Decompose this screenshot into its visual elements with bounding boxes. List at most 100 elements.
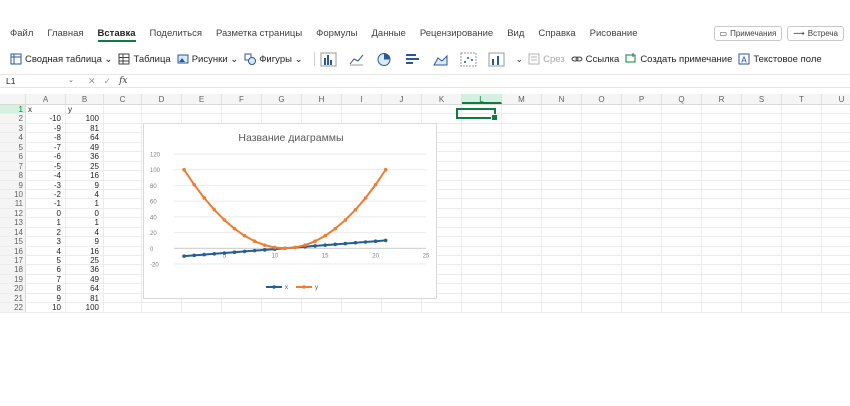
column-header-H[interactable]: H <box>302 94 342 104</box>
cell-A3[interactable]: -9 <box>26 123 66 133</box>
cell-S4[interactable] <box>742 133 782 142</box>
cell-P14[interactable] <box>622 227 662 237</box>
cell-C1[interactable] <box>104 105 142 114</box>
cell-S10[interactable] <box>742 189 782 199</box>
row-header[interactable]: 14 <box>0 227 26 237</box>
cell-T16[interactable] <box>782 246 822 255</box>
cell-A14[interactable]: 2 <box>26 227 66 237</box>
cell-P9[interactable] <box>622 180 662 189</box>
cell-K22[interactable] <box>422 303 462 312</box>
tab-0[interactable]: Файл <box>10 28 33 42</box>
cell-P22[interactable] <box>622 303 662 312</box>
row-header[interactable]: 12 <box>0 208 26 218</box>
cell-C6[interactable] <box>104 152 142 161</box>
cell-N9[interactable] <box>542 180 582 189</box>
cell-T14[interactable] <box>782 227 822 237</box>
row-header[interactable]: 5 <box>0 142 26 152</box>
cell-R17[interactable] <box>702 256 742 265</box>
cell-R22[interactable] <box>702 303 742 312</box>
cell-U5[interactable] <box>822 143 850 151</box>
cell-P4[interactable] <box>622 133 662 142</box>
row-header[interactable]: 10 <box>0 189 26 199</box>
cell-T4[interactable] <box>782 133 822 142</box>
cell-U9[interactable] <box>822 181 850 189</box>
cell-L22[interactable] <box>462 303 502 312</box>
cell-C11[interactable] <box>104 199 142 208</box>
cell-Q2[interactable] <box>662 114 702 123</box>
cell-B14[interactable]: 4 <box>66 227 104 237</box>
tab-4[interactable]: Разметка страницы <box>216 28 302 42</box>
cell-O9[interactable] <box>582 180 622 189</box>
cell-T2[interactable] <box>782 114 822 123</box>
cell-T5[interactable] <box>782 142 822 152</box>
cell-Q5[interactable] <box>662 142 702 152</box>
cell-R15[interactable] <box>702 237 742 246</box>
cell-M6[interactable] <box>502 152 542 161</box>
cell-P10[interactable] <box>622 189 662 199</box>
cell-O17[interactable] <box>582 256 622 265</box>
cell-L13[interactable] <box>462 218 502 227</box>
cell-U14[interactable] <box>822 228 850 236</box>
cell-Q9[interactable] <box>662 180 702 189</box>
tab-10[interactable]: Рисование <box>590 28 638 42</box>
cell-Q11[interactable] <box>662 199 702 208</box>
formula-input[interactable] <box>140 75 850 87</box>
cell-H2[interactable] <box>302 114 342 123</box>
cell-O3[interactable] <box>582 123 622 133</box>
cell-S16[interactable] <box>742 246 782 255</box>
row-header[interactable]: 1 <box>0 105 26 114</box>
cell-G2[interactable] <box>262 114 302 123</box>
row-header[interactable]: 4 <box>0 133 26 142</box>
cell-Q17[interactable] <box>662 256 702 265</box>
cell-O10[interactable] <box>582 189 622 199</box>
cell-C7[interactable] <box>104 161 142 171</box>
cell-T19[interactable] <box>782 274 822 284</box>
cell-L20[interactable] <box>462 284 502 293</box>
cell-O18[interactable] <box>582 265 622 274</box>
cell-S13[interactable] <box>742 218 782 227</box>
cell-C21[interactable] <box>104 293 142 303</box>
cell-B8[interactable]: 16 <box>66 171 104 180</box>
cell-M15[interactable] <box>502 237 542 246</box>
cell-R20[interactable] <box>702 284 742 293</box>
cell-M11[interactable] <box>502 199 542 208</box>
cell-Q19[interactable] <box>662 274 702 284</box>
row-header[interactable]: 15 <box>0 237 26 246</box>
column-header-I[interactable]: I <box>342 94 382 104</box>
column-header-R[interactable]: R <box>702 94 742 104</box>
cell-Q12[interactable] <box>662 208 702 218</box>
row-header[interactable]: 22 <box>0 303 26 312</box>
cell-B7[interactable]: 25 <box>66 161 104 171</box>
cell-G22[interactable] <box>262 303 302 312</box>
row-header[interactable]: 11 <box>0 199 26 208</box>
cell-B3[interactable]: 81 <box>66 123 104 133</box>
cell-R3[interactable] <box>702 123 742 133</box>
cell-C9[interactable] <box>104 180 142 189</box>
cell-A12[interactable]: 0 <box>26 208 66 218</box>
cell-T8[interactable] <box>782 171 822 180</box>
cell-A11[interactable]: -1 <box>26 199 66 208</box>
column-header-O[interactable]: O <box>582 94 622 104</box>
cell-U3[interactable] <box>822 124 850 132</box>
cell-U22[interactable] <box>822 303 850 311</box>
cell-U10[interactable] <box>822 190 850 198</box>
cell-C12[interactable] <box>104 208 142 218</box>
cell-L8[interactable] <box>462 171 502 180</box>
cell-R6[interactable] <box>702 152 742 161</box>
cell-O8[interactable] <box>582 171 622 180</box>
cell-M22[interactable] <box>502 303 542 312</box>
cell-T1[interactable] <box>782 105 822 114</box>
cell-C14[interactable] <box>104 227 142 237</box>
slicer-button[interactable]: Срез <box>528 53 565 65</box>
cell-R4[interactable] <box>702 133 742 142</box>
cell-U12[interactable] <box>822 209 850 217</box>
tab-2[interactable]: Вставка <box>97 28 136 42</box>
cell-O7[interactable] <box>582 161 622 171</box>
cell-T17[interactable] <box>782 256 822 265</box>
cell-B21[interactable]: 81 <box>66 293 104 303</box>
cell-S2[interactable] <box>742 114 782 123</box>
cell-A2[interactable]: -10 <box>26 114 66 123</box>
cell-N16[interactable] <box>542 246 582 255</box>
column-header-N[interactable]: N <box>542 94 582 104</box>
cell-O16[interactable] <box>582 246 622 255</box>
